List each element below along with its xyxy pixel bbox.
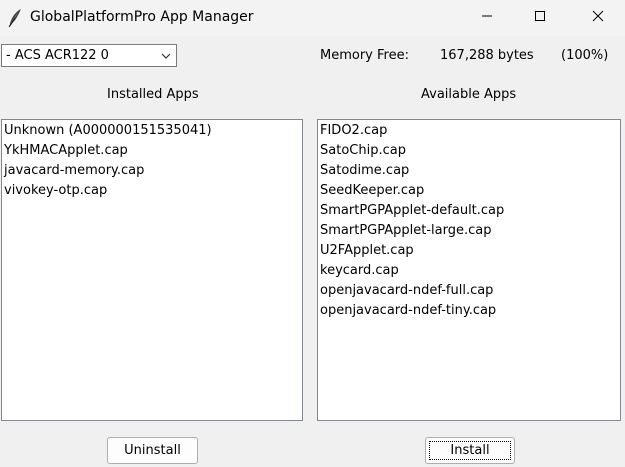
app-window: GlobalPlatformPro App Manager - ACS ACR1…	[0, 0, 625, 467]
list-item[interactable]: SmartPGPApplet-default.cap	[318, 201, 620, 221]
window-title: GlobalPlatformPro App Manager	[30, 9, 254, 25]
list-item[interactable]: SmartPGPApplet-large.cap	[318, 221, 620, 241]
installed-apps-list[interactable]: Unknown (A000000151535041) YkHMACApplet.…	[1, 119, 303, 421]
list-item[interactable]: U2FApplet.cap	[318, 241, 620, 261]
reader-select-value: - ACS ACR122 0	[6, 48, 109, 63]
chevron-down-icon[interactable]	[159, 49, 173, 63]
list-item[interactable]: Satodime.cap	[318, 161, 620, 181]
list-item[interactable]: keycard.cap	[318, 261, 620, 281]
memory-free-value: 167,288 bytes	[440, 48, 534, 63]
maximize-icon	[534, 10, 546, 26]
minimize-button[interactable]	[464, 0, 510, 36]
list-item[interactable]: SeedKeeper.cap	[318, 181, 620, 201]
uninstall-button[interactable]: Uninstall	[107, 437, 198, 464]
close-icon	[592, 10, 604, 26]
list-item[interactable]: Unknown (A000000151535041)	[2, 121, 302, 141]
memory-free-label: Memory Free:	[320, 48, 409, 63]
list-item[interactable]: vivokey-otp.cap	[2, 181, 302, 201]
install-button[interactable]: Install	[425, 437, 515, 464]
title-bar[interactable]: GlobalPlatformPro App Manager	[0, 0, 625, 36]
available-apps-heading: Available Apps	[421, 87, 517, 102]
list-item[interactable]: javacard-memory.cap	[2, 161, 302, 181]
memory-free-percent: (100%)	[561, 48, 609, 63]
available-apps-list[interactable]: FIDO2.cap SatoChip.cap Satodime.cap Seed…	[317, 119, 621, 421]
maximize-button[interactable]	[517, 0, 563, 36]
reader-select[interactable]: - ACS ACR122 0	[1, 44, 177, 67]
installed-apps-heading: Installed Apps	[107, 87, 199, 102]
list-item[interactable]: openjavacard-ndef-full.cap	[318, 281, 620, 301]
list-item[interactable]: YkHMACApplet.cap	[2, 141, 302, 161]
close-button[interactable]	[575, 0, 621, 36]
list-item[interactable]: FIDO2.cap	[318, 121, 620, 141]
minimize-icon	[481, 10, 493, 26]
focus-ring	[429, 441, 511, 460]
feather-icon	[6, 8, 24, 28]
list-item[interactable]: SatoChip.cap	[318, 141, 620, 161]
list-item[interactable]: openjavacard-ndef-tiny.cap	[318, 301, 620, 321]
